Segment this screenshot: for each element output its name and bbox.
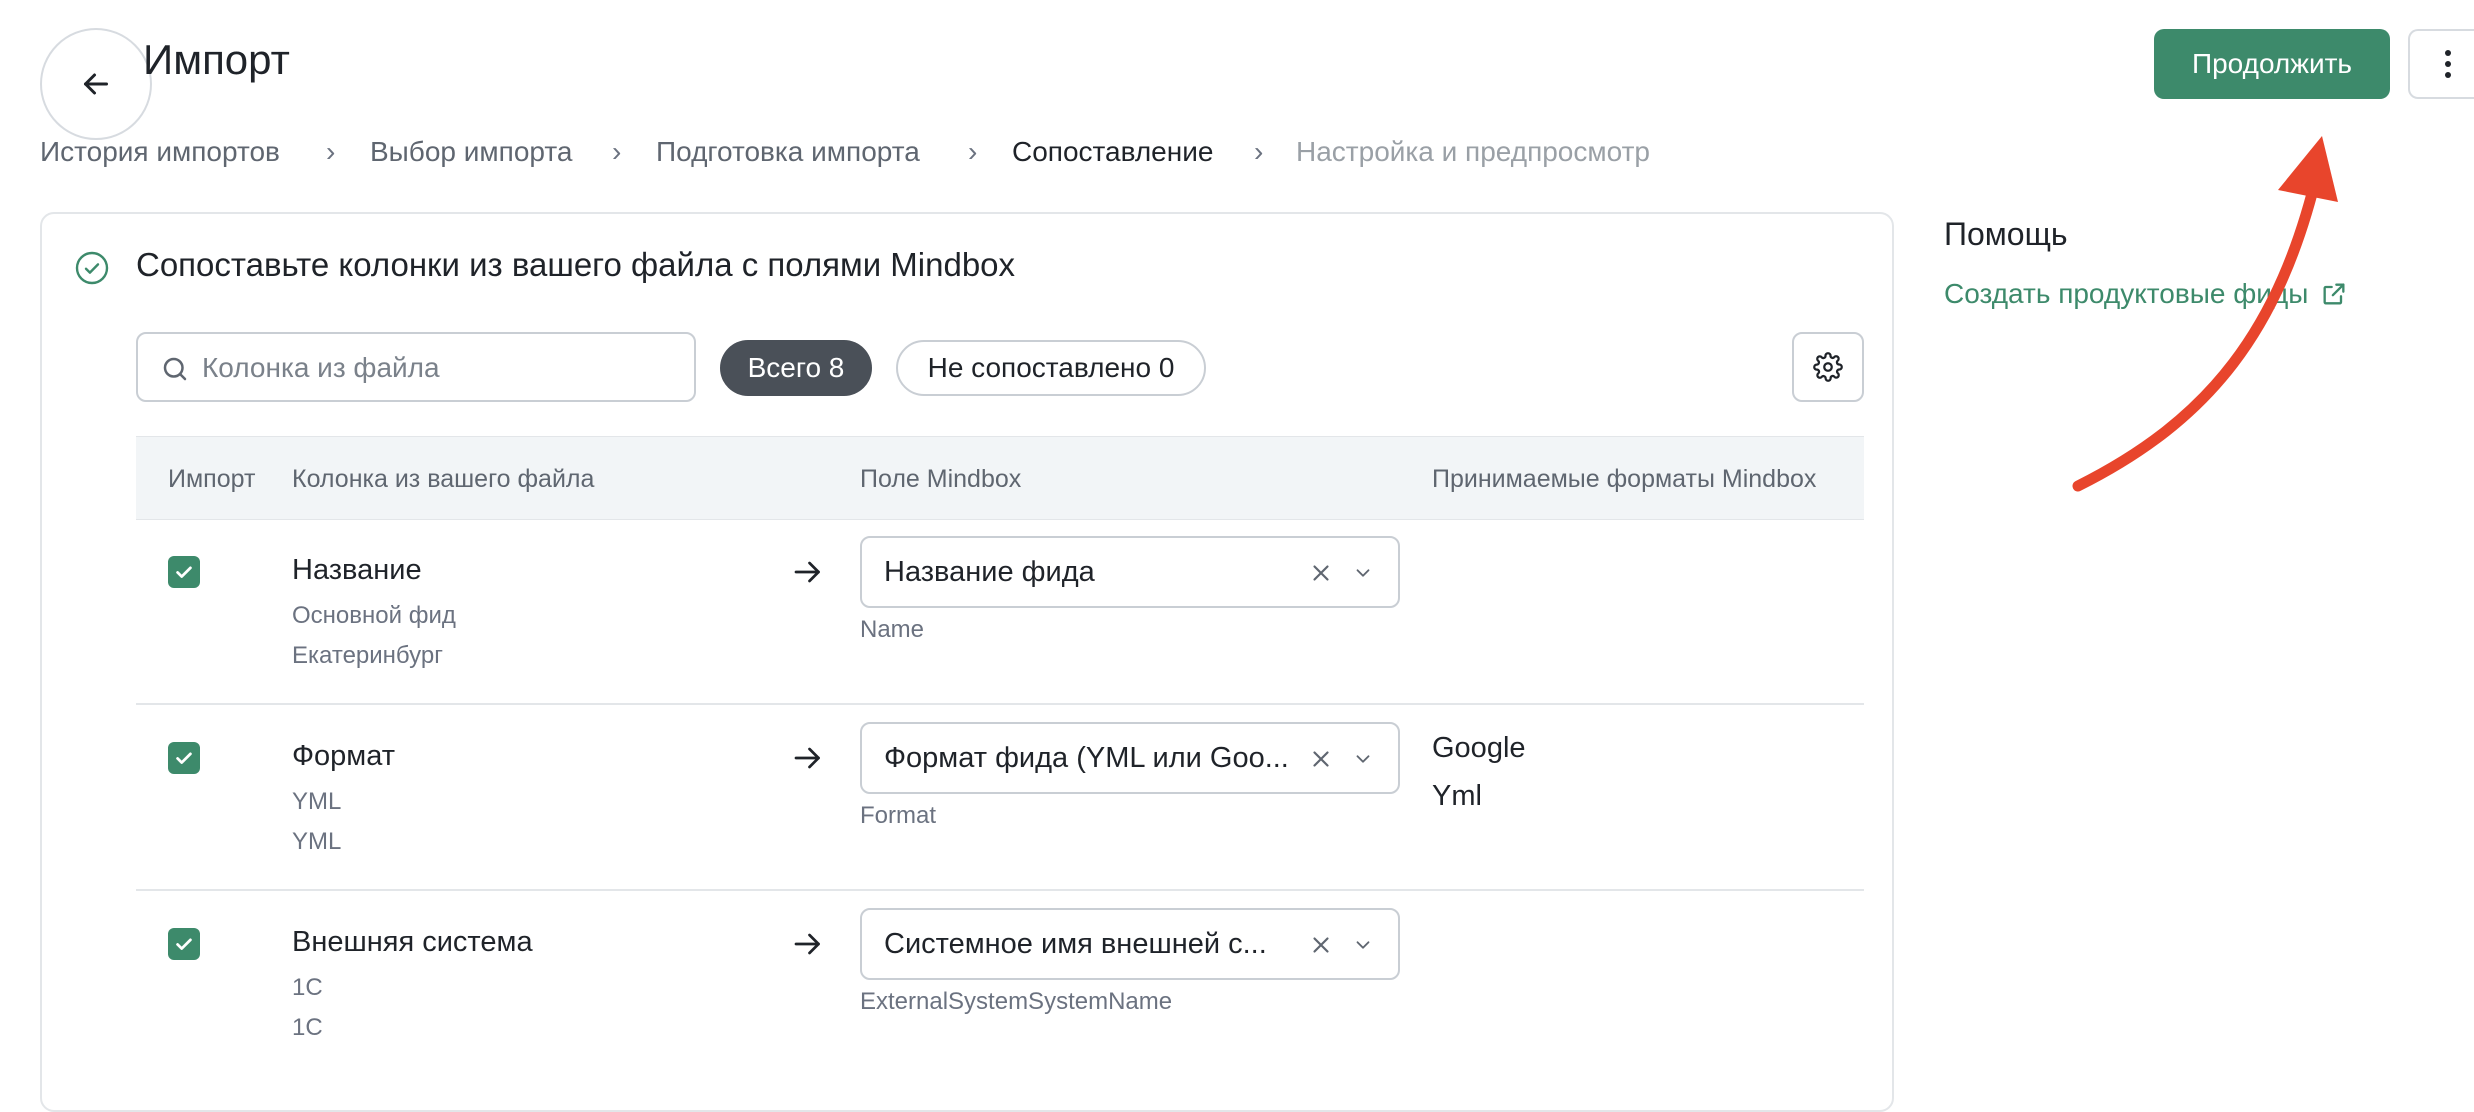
file-column-sample: 1С (292, 1014, 323, 1041)
page-title: Импорт (143, 36, 290, 83)
select-value: Системное имя внешней с... (884, 928, 1267, 960)
mindbox-field-select[interactable]: Формат фида (YML или Goo... (860, 722, 1400, 794)
import-checkbox[interactable] (168, 742, 200, 774)
check-icon (176, 752, 192, 764)
arrow-right-icon (794, 561, 820, 583)
search-icon (163, 357, 187, 381)
import-checkbox[interactable] (168, 556, 200, 588)
filter-chip-all[interactable]: Всего 8 (720, 340, 872, 396)
search-placeholder: Колонка из файла (202, 352, 440, 383)
file-column-name: Название (292, 554, 422, 586)
mindbox-field-code: Format (860, 802, 937, 829)
mindbox-field-code: Name (860, 616, 925, 643)
filter-chip-unmatched[interactable]: Не сопоставлено 0 (896, 340, 1206, 396)
breadcrumb-item-history[interactable]: История импортов (40, 136, 280, 168)
file-column-sample: Екатеринбург (292, 642, 443, 669)
more-options-button[interactable] (2408, 29, 2474, 99)
back-button[interactable] (40, 28, 152, 140)
gear-icon (1813, 352, 1843, 382)
mindbox-field-select[interactable]: Название фида (860, 536, 1400, 608)
header-import: Импорт (168, 465, 256, 493)
breadcrumb-item-mapping: Сопоставление (1012, 136, 1214, 167)
clear-icon[interactable] (1308, 746, 1334, 772)
file-column-sample: YML (292, 828, 342, 855)
header-formats: Принимаемые форматы Mindbox (1432, 465, 1817, 493)
breadcrumb-item-select[interactable]: Выбор импорта (370, 136, 572, 168)
file-column-name: Внешняя система (292, 926, 533, 958)
file-column-sample: 1С (292, 974, 323, 1001)
check-icon (176, 938, 192, 950)
import-checkbox[interactable] (168, 928, 200, 960)
chevron-right-icon: › (1254, 136, 1264, 167)
check-circle-icon (75, 251, 109, 285)
chevron-down-icon[interactable] (1352, 562, 1374, 584)
arrow-left-icon (84, 73, 108, 95)
settings-button[interactable] (1792, 332, 1864, 402)
file-column-name: Формат (292, 740, 396, 772)
arrow-right-icon (794, 747, 820, 769)
card-title: Сопоставьте колонки из вашего файла с по… (136, 246, 1016, 283)
mindbox-field-code: ExternalSystemSystemName (860, 988, 1173, 1015)
chevron-right-icon: › (968, 136, 978, 167)
accepted-format: Yml (1432, 780, 1482, 812)
row-divider (136, 889, 1864, 891)
table-header: Импорт Колонка из вашего файла Поле Mind… (136, 436, 1864, 520)
chevron-down-icon[interactable] (1352, 748, 1374, 770)
clear-icon[interactable] (1308, 560, 1334, 586)
breadcrumb-item-preview: Настройка и предпросмотр (1296, 136, 1650, 167)
more-vertical-icon (2445, 50, 2451, 78)
continue-button[interactable]: Продолжить (2154, 29, 2390, 99)
select-value: Название фида (884, 556, 1095, 588)
header-file-column: Колонка из вашего файла (292, 465, 595, 493)
chevron-right-icon: › (612, 136, 622, 167)
select-value: Формат фида (YML или Goo... (884, 742, 1289, 774)
help-title: Помощь (1944, 216, 2068, 252)
chevron-right-icon: › (326, 136, 336, 167)
clear-icon[interactable] (1308, 932, 1334, 958)
breadcrumb-item-prepare[interactable]: Подготовка импорта (656, 136, 920, 168)
annotation-arrow (2072, 136, 2338, 492)
file-column-sample: YML (292, 788, 342, 815)
header-mindbox-field: Поле Mindbox (860, 465, 1022, 493)
mindbox-field-select[interactable]: Системное имя внешней с... (860, 908, 1400, 980)
row-divider (136, 703, 1864, 705)
search-input[interactable]: Колонка из файла (136, 332, 696, 402)
arrow-right-icon (794, 933, 820, 955)
check-icon (176, 566, 192, 578)
chevron-down-icon[interactable] (1352, 934, 1374, 956)
file-column-sample: Основной фид (292, 602, 456, 629)
accepted-format: Google (1432, 732, 1526, 764)
